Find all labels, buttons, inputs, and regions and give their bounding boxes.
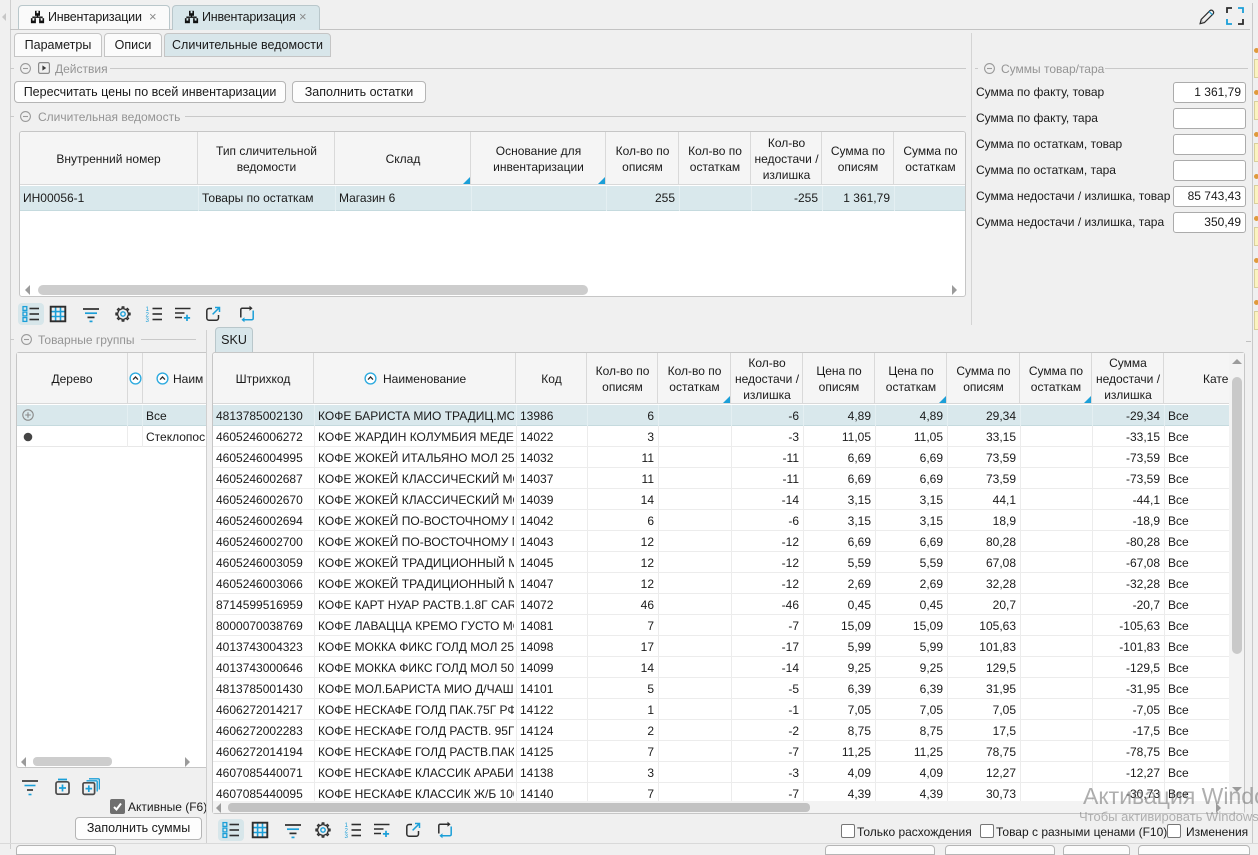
- svg-text:3: 3: [345, 833, 349, 839]
- svg-text:3: 3: [146, 317, 150, 323]
